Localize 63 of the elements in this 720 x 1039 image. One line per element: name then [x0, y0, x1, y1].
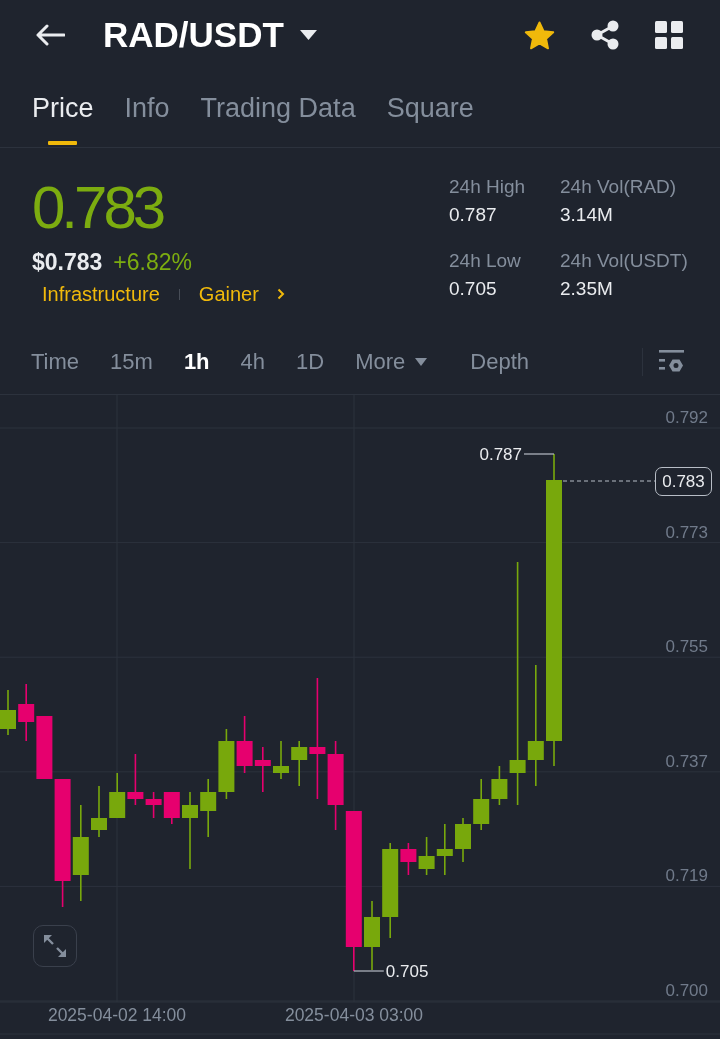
candle	[91, 786, 107, 837]
back-arrow-icon[interactable]	[35, 23, 65, 47]
section-tab[interactable]: Square	[386, 70, 474, 147]
stat-label: 24h Vol(USDT)	[560, 249, 688, 273]
candle	[163, 792, 180, 824]
chevron-right-icon	[276, 288, 285, 300]
high-price-label: 0.787	[479, 445, 522, 464]
star-icon[interactable]	[524, 20, 555, 50]
candle	[436, 824, 453, 875]
stat-value: 0.787	[449, 203, 497, 227]
price-axis-label: 0.755	[665, 637, 708, 657]
high-price-leader	[523, 453, 555, 455]
price-axis-label: 0.700	[665, 981, 708, 1000]
interval-tab[interactable]: 15m	[110, 349, 153, 375]
category-link[interactable]: Infrastructure	[42, 282, 160, 306]
stat-label: 24h Vol(RAD)	[560, 175, 677, 199]
candle	[200, 779, 217, 837]
candle	[473, 779, 490, 830]
price-change: +6.82%	[113, 249, 192, 275]
candle	[455, 818, 471, 862]
candle	[218, 729, 235, 799]
stat-value: 2.35M	[560, 277, 613, 301]
candle	[273, 741, 289, 779]
candle	[418, 837, 435, 875]
chart-settings-icon[interactable]	[659, 350, 684, 374]
expand-icon	[44, 935, 66, 957]
caret-down-icon	[415, 358, 428, 366]
caret-down-icon	[299, 30, 317, 40]
depth-tab[interactable]: Depth	[470, 349, 529, 375]
low-price-leader	[353, 970, 385, 972]
stat-label: 24h Low	[449, 249, 521, 273]
price-axis-label: 0.773	[665, 522, 708, 542]
category-link[interactable]: Gainer	[198, 282, 285, 306]
stat-value: 0.705	[449, 277, 497, 301]
section-tab[interactable]: Info	[124, 70, 170, 147]
interval-tab[interactable]: 4h	[240, 349, 266, 375]
candle	[0, 690, 16, 735]
interval-tab[interactable]: 1D	[296, 349, 325, 375]
pair-selector[interactable]: RAD/USDT	[103, 15, 317, 55]
fiat-price: $0.783	[32, 249, 103, 275]
candle	[254, 747, 271, 792]
section-tab[interactable]: Price	[32, 70, 94, 147]
price-axis-label: 0.737	[665, 751, 708, 771]
section-tab[interactable]: Trading Data	[200, 70, 356, 147]
fullscreen-button[interactable]	[33, 925, 77, 967]
interval-tab[interactable]: 1h	[183, 349, 210, 375]
last-price: 0.783	[32, 176, 163, 240]
stat-label: 24h High	[449, 175, 526, 199]
more-dropdown[interactable]: More	[355, 349, 428, 375]
time-axis-label: 2025-04-02 14:00	[47, 1005, 187, 1025]
interval-tab[interactable]: Time	[31, 349, 80, 375]
last-price-tag: 0.783	[655, 467, 712, 496]
candle	[109, 773, 126, 818]
price-axis-label: 0.792	[665, 408, 708, 427]
candle	[18, 684, 35, 741]
candle	[364, 901, 380, 970]
time-axis-label: 2025-04-03 03:00	[284, 1005, 424, 1025]
stat-value: 3.14M	[560, 203, 613, 227]
low-price-label: 0.705	[385, 962, 429, 981]
candle	[236, 716, 253, 773]
price-axis-label: 0.719	[665, 866, 708, 886]
grid-icon[interactable]	[655, 21, 683, 49]
share-icon[interactable]	[591, 20, 619, 50]
